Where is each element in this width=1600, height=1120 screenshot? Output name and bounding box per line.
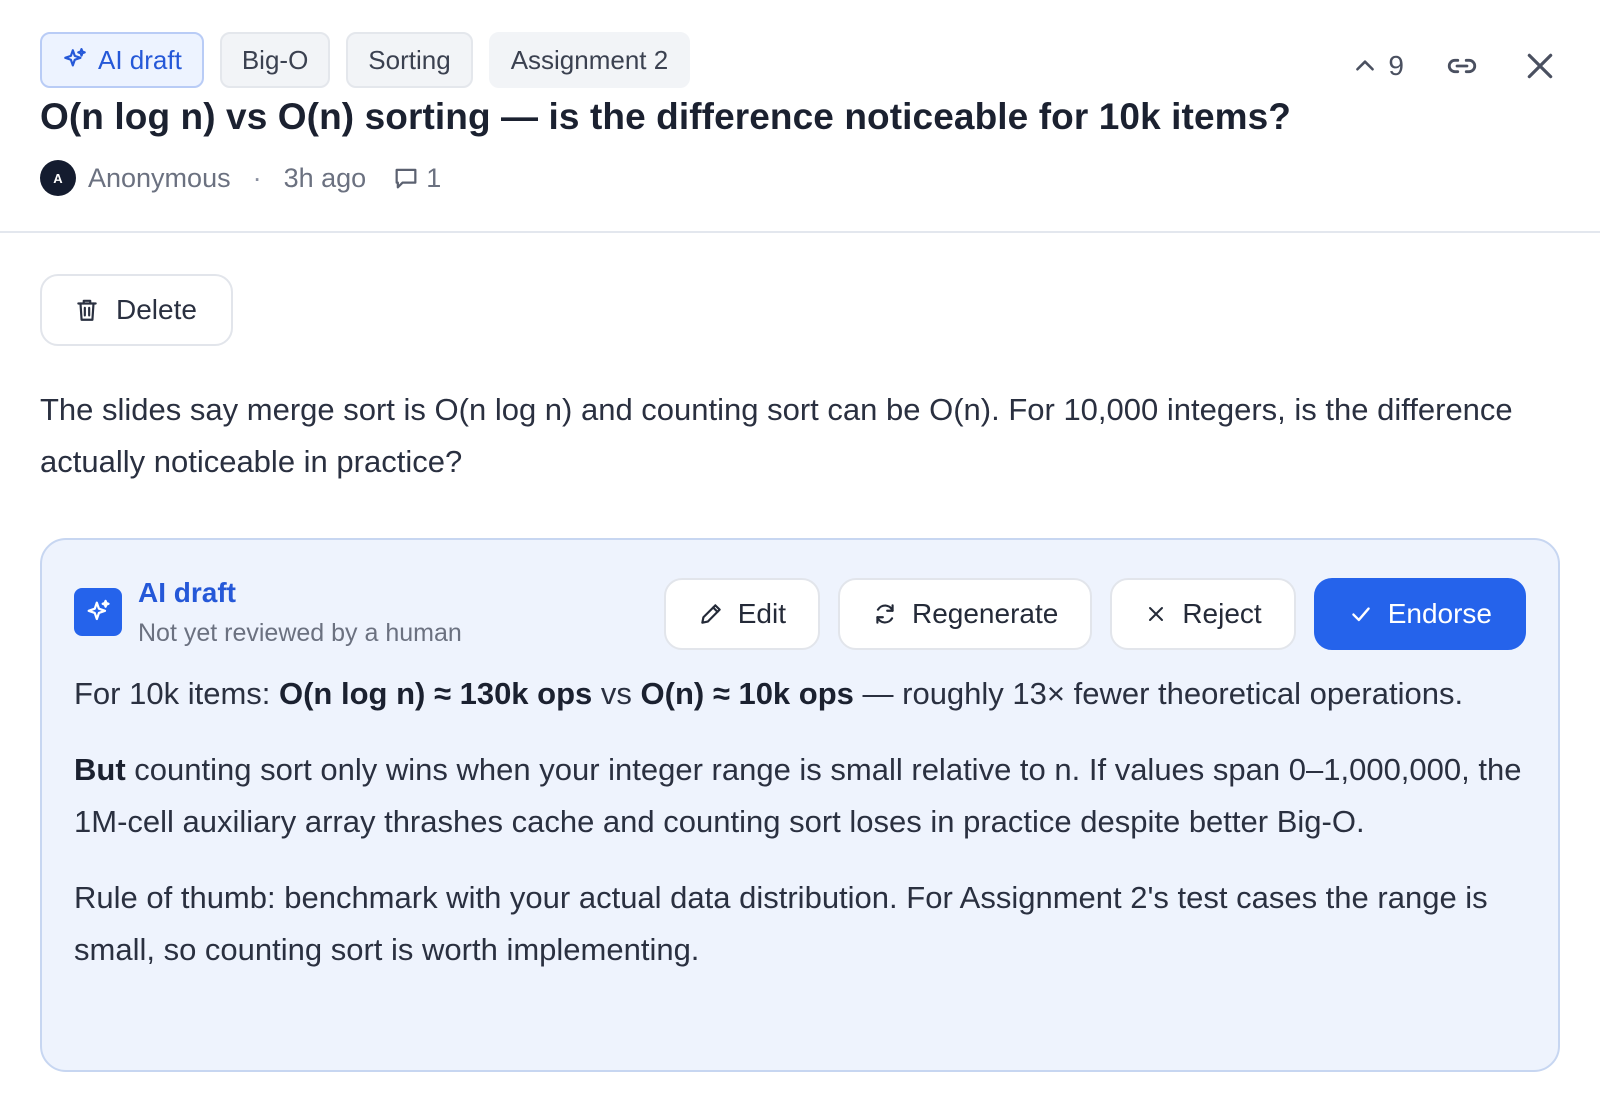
tag-list: AI draft Big-O Sorting Assignment 2 (40, 32, 691, 88)
post-time: 3h ago (283, 162, 367, 193)
regenerate-label: Regenerate (911, 598, 1059, 629)
ai-draft-body: For 10k items: O(n log n) ≈ 130k ops vs … (74, 668, 1534, 1000)
ai-p1-vs: vs (592, 676, 641, 711)
post-actions: 9 (1352, 46, 1560, 86)
chevron-up-icon (1356, 60, 1375, 71)
ai-draft-header: AI draft Not yet reviewed by a human (74, 576, 462, 650)
sparkle-icon (87, 599, 110, 621)
pencil-icon (700, 604, 721, 624)
ai-badge (74, 588, 122, 636)
ai-p2-text: counting sort only wins when your intege… (74, 752, 1522, 839)
close-button[interactable] (1520, 46, 1560, 86)
ai-p1-nlogn: O(n log n) ≈ 130k ops (279, 676, 593, 711)
tag-big-o[interactable]: Big-O (219, 32, 331, 88)
avatar: A (40, 160, 76, 196)
post-meta: A Anonymous · 3h ago 1 (40, 160, 441, 196)
vote-count: 9 (1388, 50, 1404, 81)
ai-draft-actions: Edit Regenerate Reject Endorse (663, 578, 1526, 650)
ai-p1-prefix: For 10k items: (74, 676, 279, 711)
refresh-icon (876, 604, 894, 624)
edit-label: Edit (737, 598, 786, 629)
endorse-label: Endorse (1387, 598, 1492, 629)
tag-label: Sorting (368, 44, 451, 75)
tag-ai-draft[interactable]: AI draft (40, 32, 204, 88)
author-name: Anonymous (88, 162, 231, 193)
post-title: O(n log n) vs O(n) sorting — is the diff… (40, 96, 1291, 137)
tag-label: Assignment 2 (510, 44, 669, 75)
reject-button[interactable]: Reject (1110, 578, 1296, 650)
reply-count[interactable]: 1 (392, 163, 441, 194)
comment-icon (395, 168, 417, 189)
check-icon (1351, 607, 1370, 622)
ai-draft-title: AI draft (138, 577, 236, 608)
reject-label: Reject (1182, 598, 1262, 629)
ai-p1-n: O(n) ≈ 10k ops (640, 676, 854, 711)
tag-label: Big-O (241, 44, 309, 75)
ai-paragraph-2: But counting sort only wins when your in… (74, 744, 1534, 848)
ai-p1-suffix: — roughly 13× fewer theoretical operatio… (853, 676, 1464, 711)
trash-icon (77, 299, 97, 321)
tag-label: AI draft (98, 44, 182, 75)
ai-paragraph-1: For 10k items: O(n log n) ≈ 130k ops vs … (74, 668, 1534, 720)
ai-draft-subtitle: Not yet reviewed by a human (138, 619, 462, 647)
delete-button[interactable]: Delete (40, 274, 233, 346)
sparkle-icon (64, 48, 86, 67)
ai-draft-card: AI draft Not yet reviewed by a human Edi… (40, 538, 1560, 1072)
ai-p2-bold: But (74, 752, 126, 787)
question-body: The slides say merge sort is O(n log n) … (40, 392, 1513, 479)
reply-count-value: 1 (426, 162, 442, 193)
tag-sorting[interactable]: Sorting (346, 32, 473, 88)
ai-draft-heading: AI draft Not yet reviewed by a human (138, 576, 462, 650)
post-header: AI draft Big-O Sorting Assignment 2 9 O(… (0, 0, 1600, 233)
regenerate-button[interactable]: Regenerate (837, 578, 1093, 650)
close-icon (1527, 53, 1553, 79)
link-icon (1447, 58, 1477, 74)
tag-assignment-2[interactable]: Assignment 2 (488, 32, 691, 88)
ai-paragraph-3: Rule of thumb: benchmark with your actua… (74, 880, 1488, 967)
upvote-button[interactable]: 9 (1352, 50, 1404, 82)
endorse-button[interactable]: Endorse (1313, 578, 1526, 650)
edit-button[interactable]: Edit (663, 578, 820, 650)
meta-separator: · (252, 162, 262, 193)
copy-link-button[interactable] (1442, 46, 1482, 86)
delete-label: Delete (116, 294, 197, 325)
x-icon (1149, 607, 1164, 621)
